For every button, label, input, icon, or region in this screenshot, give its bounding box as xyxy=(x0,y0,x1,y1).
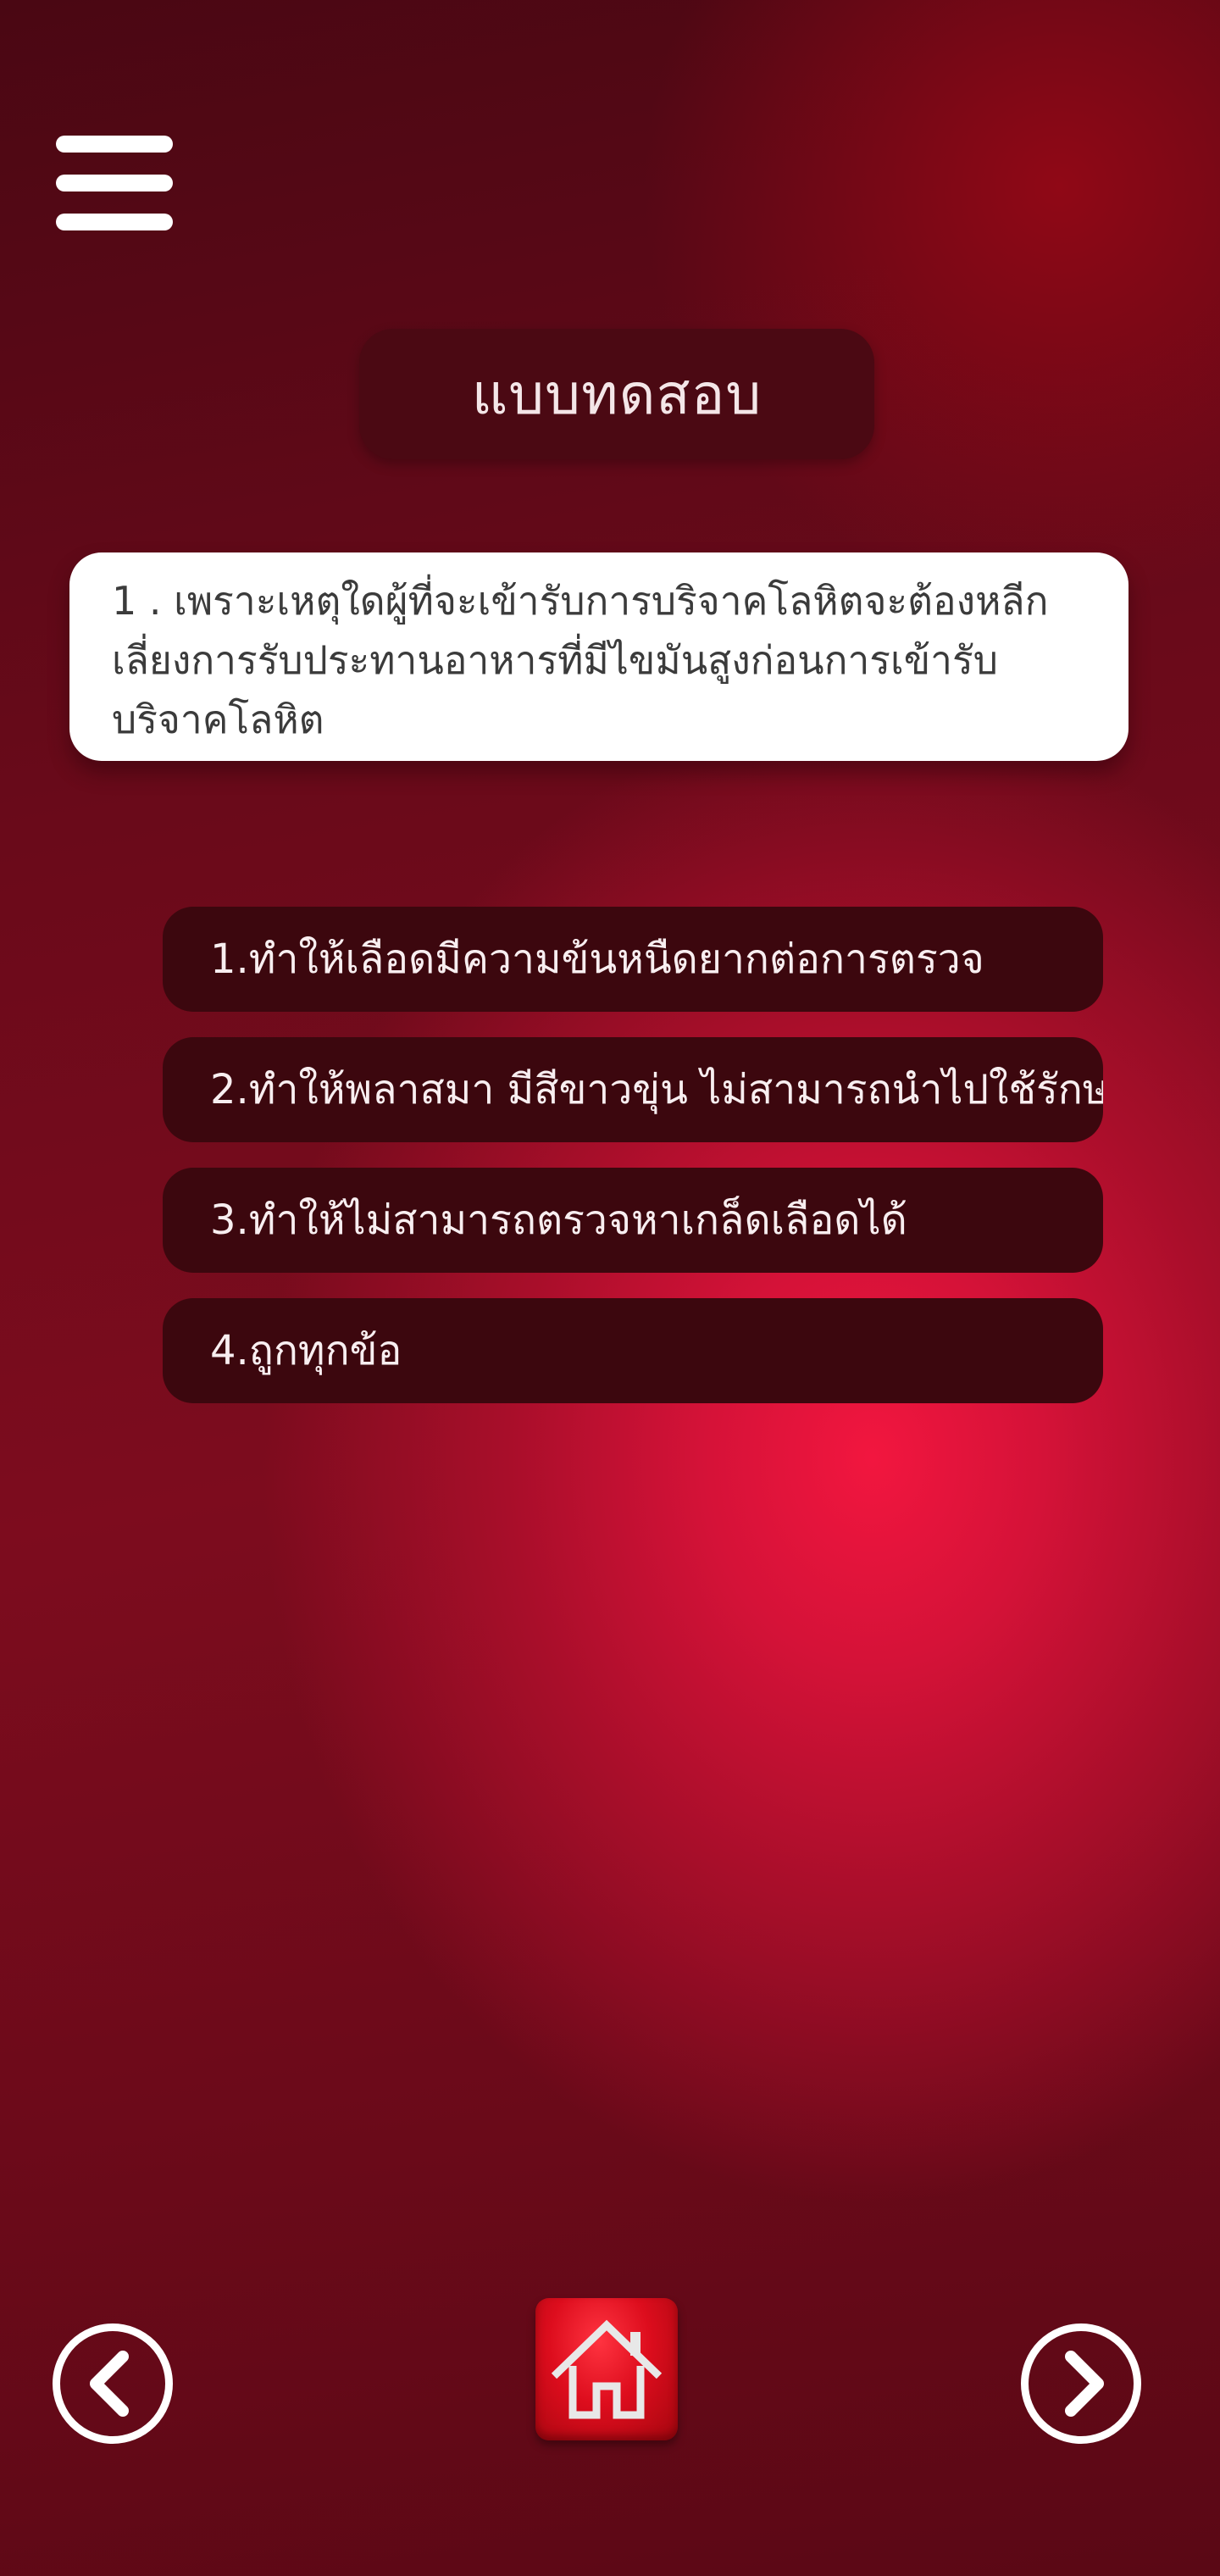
question-text: 1 . เพราะเหตุใดผู้ที่จะเข้ารับการบริจาคโ… xyxy=(112,578,1049,742)
answer-option-label: 1.ทำให้เลือดมีความข้นหนืดยากต่อการตรวจ xyxy=(210,935,984,983)
answer-option-label: 4.ถูกทุกข้อ xyxy=(210,1327,402,1374)
page-title: แบบทดสอบ xyxy=(471,361,762,427)
home-button[interactable] xyxy=(535,2298,678,2440)
menu-button[interactable] xyxy=(56,136,173,230)
hamburger-menu-icon-bar xyxy=(56,175,173,192)
next-button[interactable] xyxy=(1021,2323,1141,2444)
answer-option-4[interactable]: 4.ถูกทุกข้อ xyxy=(163,1298,1103,1403)
chevron-right-icon xyxy=(1065,2351,1104,2417)
answer-option-3[interactable]: 3.ทำให้ไม่สามารถตรวจหาเกล็ดเลือดได้ xyxy=(163,1168,1103,1273)
page-title-pill: แบบทดสอบ xyxy=(359,329,874,459)
answer-option-label: 2.ทำให้พลาสมา มีสีขาวขุ่น ไม่สามารถนำไปใ… xyxy=(210,1066,1103,1113)
answer-option-2[interactable]: 2.ทำให้พลาสมา มีสีขาวขุ่น ไม่สามารถนำไปใ… xyxy=(163,1037,1103,1142)
hamburger-menu-icon xyxy=(56,136,173,153)
hamburger-menu-icon-bar xyxy=(56,214,173,230)
chevron-left-icon xyxy=(90,2351,129,2417)
home-icon xyxy=(551,2319,663,2419)
answer-option-1[interactable]: 1.ทำให้เลือดมีความข้นหนืดยากต่อการตรวจ xyxy=(163,907,1103,1012)
previous-button[interactable] xyxy=(53,2323,173,2444)
answer-option-label: 3.ทำให้ไม่สามารถตรวจหาเกล็ดเลือดได้ xyxy=(210,1196,907,1244)
question-card: 1 . เพราะเหตุใดผู้ที่จะเข้ารับการบริจาคโ… xyxy=(69,552,1128,761)
